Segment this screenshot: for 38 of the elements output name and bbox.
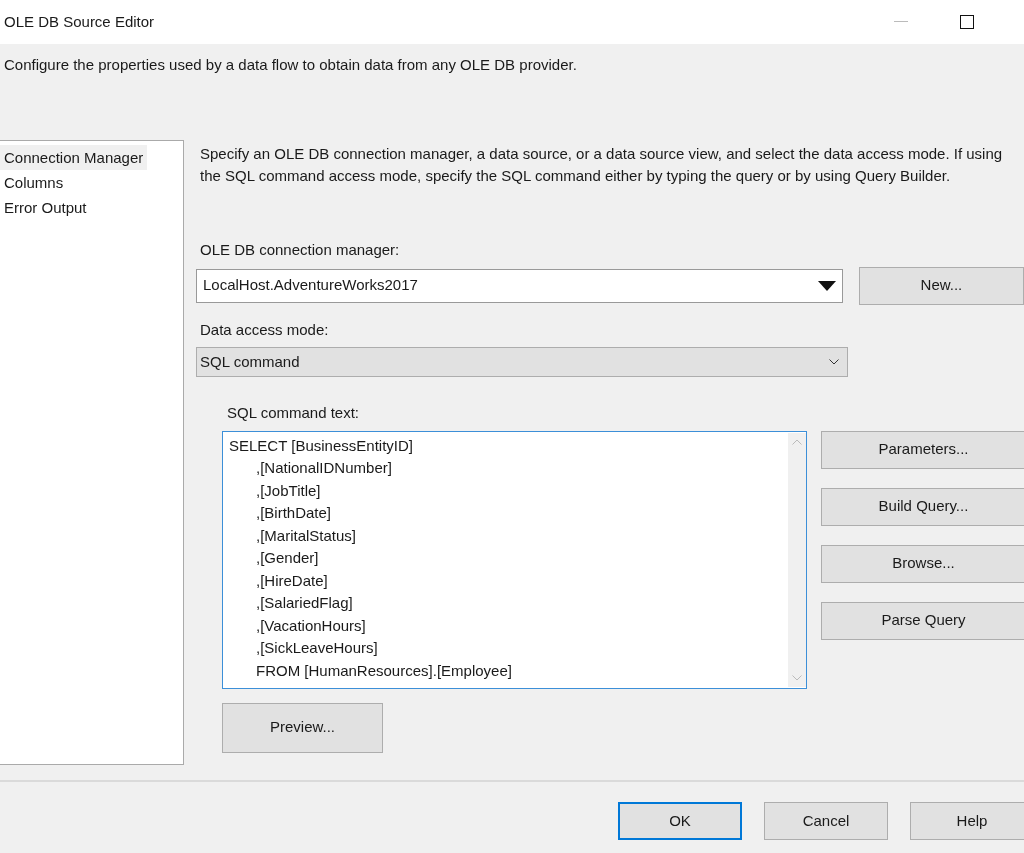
connection-manager-dropdown[interactable]: LocalHost.AdventureWorks2017 <box>196 268 843 303</box>
instructions-text: Specify an OLE DB connection manager, a data source, or a data source view, and select the data access mode. If using the SQL command access mode, specify the SQL command either by typing the query or by using Query Builder. <box>200 144 1004 186</box>
sql-line: SELECT [BusinessEntityID] <box>229 435 413 456</box>
sql-line: ,[Gender] <box>255 548 319 568</box>
sql-line: FROM [HumanResources].[Employee] <box>255 660 512 681</box>
sql-line: ,[BirthDate] <box>255 503 332 523</box>
scroll-down-icon[interactable] <box>792 674 802 681</box>
scroll-up-icon[interactable] <box>792 438 802 445</box>
command-button[interactable]: Parse Query <box>821 601 1024 640</box>
sql-line: ,[VacationHours] <box>255 615 366 636</box>
sql-line: ,[MaritalStatus] <box>255 525 357 546</box>
sidebar-item[interactable]: Connection Manager <box>0 145 148 170</box>
data-access-mode-dropdown[interactable]: SQL command <box>196 347 848 377</box>
command-button[interactable]: Parameters... <box>821 430 1024 469</box>
field-label: OLE DB connection manager: <box>200 240 401 260</box>
window-title: OLE DB Source Editor <box>4 11 155 32</box>
sql-line: ,[NationalIDNumber] <box>255 458 392 478</box>
sidebar-item[interactable]: Columns <box>0 170 68 195</box>
dialog-button[interactable]: OK <box>618 802 742 840</box>
new-button[interactable]: New... <box>858 266 1024 305</box>
maximize-icon[interactable] <box>960 15 974 29</box>
command-button[interactable]: Browse... <box>821 544 1024 583</box>
sql-line: ,[SalariedFlag] <box>255 593 353 613</box>
sql-command-field[interactable]: SELECT [BusinessEntityID] ,[NationalIDNumber] ,[JobTitle] ,[BirthDate] ,[MaritalStatus] ,[Gender] ,[HireDate] ,[SalariedFlag] ,[VacationHours] ,[SickLeaveHours] FROM [HumanResources].[Employee] <box>222 430 807 689</box>
sql-line: ,[JobTitle] <box>255 480 321 501</box>
dialog-button[interactable]: Cancel <box>764 802 888 840</box>
sql-line: ,[SickLeaveHours] <box>255 638 378 658</box>
minimize-icon[interactable] <box>894 21 908 23</box>
field-label: SQL command text: <box>227 403 360 423</box>
sidebar-item[interactable]: Error Output <box>0 195 91 220</box>
dropdown-arrow-icon <box>817 280 836 291</box>
description-text: Configure the properties used by a data flow to obtain data from any OLE DB provider. <box>4 55 578 75</box>
field-label: Data access mode: <box>200 319 330 340</box>
dialog-button[interactable]: Help <box>910 802 1024 840</box>
preview-button[interactable]: Preview... <box>222 702 383 753</box>
command-button[interactable]: Build Query... <box>821 487 1024 526</box>
chevron-down-icon <box>829 359 839 365</box>
sql-line: ,[HireDate] <box>255 570 328 591</box>
